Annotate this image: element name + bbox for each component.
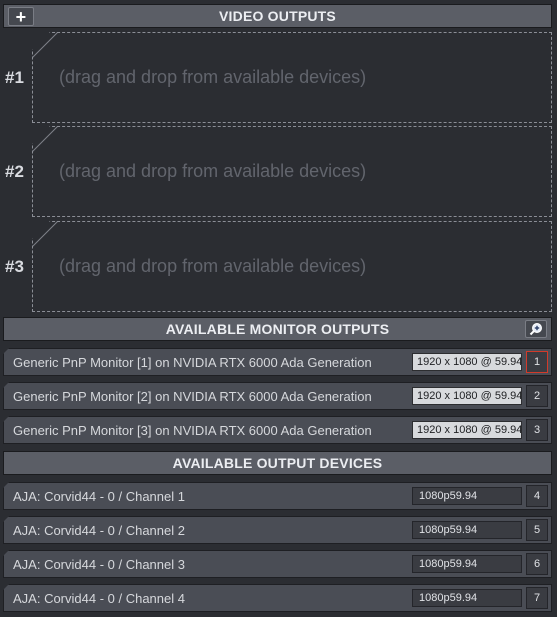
slot-2-label: #2 (5, 162, 24, 181)
slot-3-drop-zone[interactable]: (drag and drop from available devices) (32, 221, 552, 312)
resolution-field[interactable]: 1920 x 1080 @ 59.94 (412, 387, 522, 405)
format-field[interactable]: 1080p59.94 (412, 555, 522, 573)
zoom-button[interactable] (525, 320, 547, 338)
device-name: AJA: Corvid44 - 0 / Channel 4 (13, 591, 185, 606)
format-field[interactable]: 1080p59.94 (412, 487, 522, 505)
monitor-name: Generic PnP Monitor [2] on NVIDIA RTX 60… (13, 389, 372, 404)
monitor-outputs-header: AVAILABLE MONITOR OUTPUTS (3, 317, 552, 341)
resolution-field[interactable]: 1920 x 1080 @ 59.94 (412, 421, 522, 439)
slot-2-hint: (drag and drop from available devices) (59, 161, 367, 181)
output-index[interactable]: 1 (526, 351, 548, 373)
format-field[interactable]: 1080p59.94 (412, 589, 522, 607)
device-name: AJA: Corvid44 - 0 / Channel 1 (13, 489, 185, 504)
output-device-row-4[interactable]: AJA: Corvid44 - 0 / Channel 4 1080p59.94… (3, 584, 552, 612)
slot-1-label: #1 (5, 68, 24, 87)
output-devices-header: AVAILABLE OUTPUT DEVICES (3, 451, 552, 475)
monitor-output-row-2[interactable]: Generic PnP Monitor [2] on NVIDIA RTX 60… (3, 382, 552, 410)
monitor-output-row-3[interactable]: Generic PnP Monitor [3] on NVIDIA RTX 60… (3, 416, 552, 444)
slot-1-hint: (drag and drop from available devices) (59, 67, 367, 87)
monitor-name: Generic PnP Monitor [3] on NVIDIA RTX 60… (13, 423, 372, 438)
output-index[interactable]: 6 (526, 553, 548, 575)
output-index[interactable]: 7 (526, 587, 548, 609)
device-name: AJA: Corvid44 - 0 / Channel 3 (13, 557, 185, 572)
slot-3-hint: (drag and drop from available devices) (59, 256, 367, 276)
output-devices-title: AVAILABLE OUTPUT DEVICES (172, 455, 383, 471)
output-index[interactable]: 3 (526, 419, 548, 441)
output-index[interactable]: 2 (526, 385, 548, 407)
drop-zone-corner (32, 126, 58, 152)
video-outputs-title: VIDEO OUTPUTS (219, 8, 336, 24)
output-index[interactable]: 5 (526, 519, 548, 541)
slot-1-drop-zone[interactable]: (drag and drop from available devices) (32, 32, 552, 123)
monitor-output-row-1[interactable]: Generic PnP Monitor [1] on NVIDIA RTX 60… (3, 348, 552, 376)
monitor-name: Generic PnP Monitor [1] on NVIDIA RTX 60… (13, 355, 372, 370)
output-index[interactable]: 4 (526, 485, 548, 507)
slot-3-label: #3 (5, 257, 24, 276)
resolution-field[interactable]: 1920 x 1080 @ 59.94 (412, 353, 522, 371)
add-output-button[interactable]: + (8, 7, 34, 26)
format-field[interactable]: 1080p59.94 (412, 521, 522, 539)
video-outputs-header: + VIDEO OUTPUTS (3, 4, 552, 28)
device-name: AJA: Corvid44 - 0 / Channel 2 (13, 523, 185, 538)
drop-zone-corner (32, 221, 58, 247)
drop-zone-corner (32, 32, 58, 58)
output-device-row-3[interactable]: AJA: Corvid44 - 0 / Channel 3 1080p59.94… (3, 550, 552, 578)
monitor-outputs-title: AVAILABLE MONITOR OUTPUTS (165, 321, 390, 337)
output-device-row-1[interactable]: AJA: Corvid44 - 0 / Channel 1 1080p59.94… (3, 482, 552, 510)
slot-2-drop-zone[interactable]: (drag and drop from available devices) (32, 126, 552, 217)
zoom-plus-icon (529, 323, 542, 336)
output-device-row-2[interactable]: AJA: Corvid44 - 0 / Channel 2 1080p59.94… (3, 516, 552, 544)
